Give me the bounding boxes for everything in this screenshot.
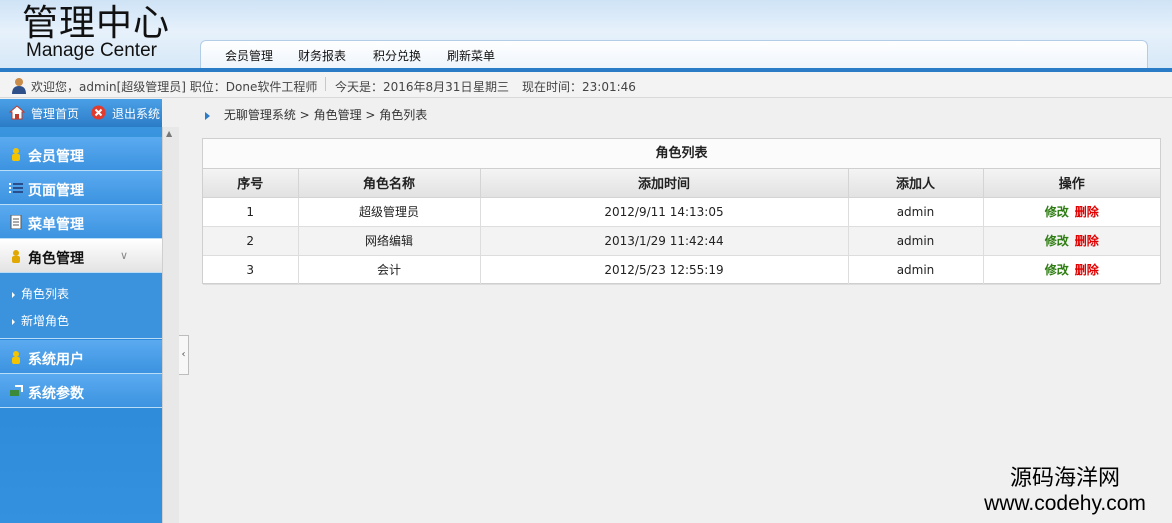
sidebar-item-pages[interactable]: 页面管理: [0, 171, 162, 205]
delete-link[interactable]: 删除: [1075, 234, 1099, 248]
home-icon: [9, 105, 25, 120]
exit-icon: [91, 105, 106, 120]
sidebar-item-label: 菜单管理: [28, 217, 84, 233]
edit-link[interactable]: 修改: [1045, 263, 1069, 277]
column-header-id: 序号: [203, 169, 299, 198]
sidebar-item-member[interactable]: 会员管理: [0, 137, 162, 171]
cell-added-by: admin: [848, 226, 984, 256]
breadcrumb: 无聊管理系统 > 角色管理 > 角色列表: [205, 106, 427, 123]
sidebar-item-system-params[interactable]: 系统参数: [0, 374, 162, 408]
nav-refresh[interactable]: 刷新菜单: [447, 47, 495, 64]
breadcrumb-root[interactable]: 无聊管理系统: [224, 108, 296, 122]
time-text: 现在时间：23:01:46: [522, 80, 636, 94]
info-bar: 欢迎您，admin[超级管理员] 职位：Done软件工程师 今天是：2016年8…: [0, 72, 1172, 98]
column-header-name: 角色名称: [298, 169, 481, 198]
edit-link[interactable]: 修改: [1045, 234, 1069, 248]
submenu-label: 角色列表: [21, 287, 70, 301]
sidebar-item-label: 会员管理: [28, 149, 84, 165]
top-nav: 会员管理 财务报表 积分兑换 刷新菜单: [200, 40, 1148, 68]
cell-name: 会计: [298, 255, 481, 285]
cell-id: 3: [203, 255, 299, 285]
sidebar-item-system-users[interactable]: 系统用户: [0, 340, 162, 374]
user-icon: [12, 351, 20, 364]
cell-actions: 修改 删除: [983, 197, 1160, 227]
home-link[interactable]: 管理首页: [31, 105, 79, 122]
sidebar-item-menus[interactable]: 菜单管理: [0, 205, 162, 239]
cell-time: 2013/1/29 11:42:44: [480, 226, 849, 256]
table-row: 3 会计 2012/5/23 12:55:19 admin 修改 删除: [203, 255, 1160, 285]
cell-name: 网络编辑: [298, 226, 481, 256]
cell-id: 1: [203, 197, 299, 227]
role-icon: [12, 250, 20, 263]
sidebar-item-label: 角色管理: [28, 251, 84, 267]
role-submenu: 角色列表 新增角色: [0, 273, 162, 339]
collapse-sidebar-button[interactable]: ‹: [179, 335, 189, 375]
chevron-down-icon: ∨: [120, 249, 129, 262]
header: 管理中心 Manage Center 会员管理 财务报表 积分兑换 刷新菜单: [0, 0, 1172, 70]
submenu-item-add-role[interactable]: 新增角色: [12, 312, 69, 329]
column-header-time: 添加时间: [480, 169, 849, 198]
member-icon: [12, 148, 20, 161]
submenu-item-role-list[interactable]: 角色列表: [12, 285, 69, 302]
logo-subtitle: Manage Center: [26, 40, 157, 61]
cell-time: 2012/5/23 12:55:19: [480, 255, 849, 285]
weekday-text: 星期三: [473, 80, 510, 94]
breadcrumb-separator: >: [365, 108, 376, 122]
today-text: 今天是：2016年8月31日: [335, 80, 473, 94]
breadcrumb-arrow-icon: [205, 111, 210, 120]
role-table: 序号 角色名称 添加时间 添加人 操作 1 超级管理员 2012/9/11 14…: [203, 169, 1160, 285]
nav-finance[interactable]: 财务报表: [298, 47, 346, 64]
user-avatar-icon: [12, 78, 26, 94]
list-icon: [9, 183, 23, 193]
scroll-up-arrow-icon[interactable]: ▲: [166, 129, 172, 138]
exit-link[interactable]: 退出系统: [112, 105, 160, 122]
column-header-added-by: 添加人: [848, 169, 984, 198]
breadcrumb-section[interactable]: 角色管理: [314, 108, 362, 122]
nav-member[interactable]: 会员管理: [225, 47, 273, 64]
cell-actions: 修改 删除: [983, 226, 1160, 256]
role-list-panel: 角色列表 序号 角色名称 添加时间 添加人 操作 1 超级管理员 2012/9/…: [202, 138, 1161, 285]
sidebar-item-label: 系统用户: [28, 352, 84, 368]
sidebar-scrollbar[interactable]: ▲: [162, 127, 179, 523]
breadcrumb-separator: >: [299, 108, 310, 122]
submenu-label: 新增角色: [21, 314, 70, 328]
table-header-row: 序号 角色名称 添加时间 添加人 操作: [203, 169, 1160, 198]
sidebar-item-label: 页面管理: [28, 183, 84, 199]
bullet-icon: [12, 318, 15, 325]
delete-link[interactable]: 删除: [1075, 263, 1099, 277]
table-row: 2 网络编辑 2013/1/29 11:42:44 admin 修改 删除: [203, 226, 1160, 256]
table-row: 1 超级管理员 2012/9/11 14:13:05 admin 修改 删除: [203, 197, 1160, 227]
breadcrumb-current: 角色列表: [379, 108, 428, 122]
cell-actions: 修改 删除: [983, 255, 1160, 285]
cell-time: 2012/9/11 14:13:05: [480, 197, 849, 227]
watermark: 源码海洋网 www.codehy.com: [960, 466, 1170, 516]
bullet-icon: [12, 291, 15, 298]
panel-title: 角色列表: [203, 139, 1160, 169]
cell-id: 2: [203, 226, 299, 256]
cell-added-by: admin: [848, 255, 984, 285]
watermark-line-2: www.codehy.com: [984, 492, 1146, 515]
cell-name: 超级管理员: [298, 197, 481, 227]
sidebar-item-roles[interactable]: 角色管理 ∨: [0, 239, 162, 273]
document-icon: [10, 215, 22, 229]
welcome-text: 欢迎您，admin[超级管理员] 职位：Done软件工程师: [31, 80, 318, 94]
delete-link[interactable]: 删除: [1075, 205, 1099, 219]
nav-points[interactable]: 积分兑换: [373, 47, 421, 64]
sidebar-item-label: 系统参数: [28, 386, 84, 402]
watermark-line-1: 源码海洋网: [1009, 466, 1120, 491]
cell-added-by: admin: [848, 197, 984, 227]
column-header-actions: 操作: [983, 169, 1160, 198]
divider: [325, 77, 326, 91]
edit-link[interactable]: 修改: [1045, 205, 1069, 219]
settings-icon: [10, 385, 23, 396]
sidebar-header: 管理首页 退出系统: [0, 99, 162, 127]
